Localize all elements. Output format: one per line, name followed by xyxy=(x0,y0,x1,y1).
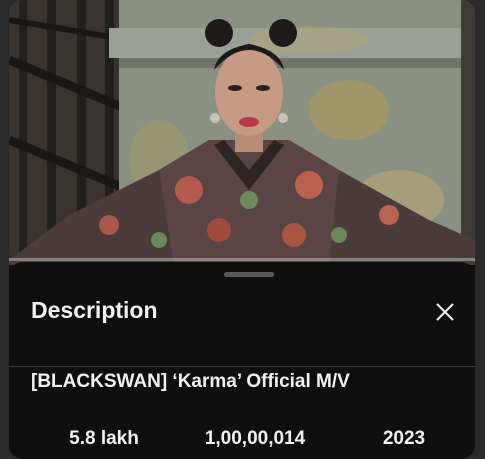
likes-count: 5.8 lakh xyxy=(69,428,139,449)
video-stats: 5.8 lakh 1,00,00,014 2023 xyxy=(9,428,475,458)
video-thumbnail xyxy=(9,0,475,265)
video-progress-bar[interactable] xyxy=(9,258,475,261)
upload-year: 2023 xyxy=(382,428,426,449)
sheet-title: Description xyxy=(31,297,158,323)
drag-handle[interactable] xyxy=(224,272,274,277)
sheet-header: Description xyxy=(9,286,475,367)
header-divider xyxy=(9,366,475,367)
description-sheet: Description [BLACKSWAN] ‘Karma’ Official… xyxy=(9,262,475,459)
video-title: [BLACKSWAN] ‘Karma’ Official M/V xyxy=(31,371,350,392)
views-count: 1,00,00,014 xyxy=(204,428,306,449)
app-frame: Description [BLACKSWAN] ‘Karma’ Official… xyxy=(9,0,475,459)
close-icon xyxy=(436,303,454,321)
close-button[interactable] xyxy=(427,294,463,330)
video-player[interactable] xyxy=(9,0,475,265)
